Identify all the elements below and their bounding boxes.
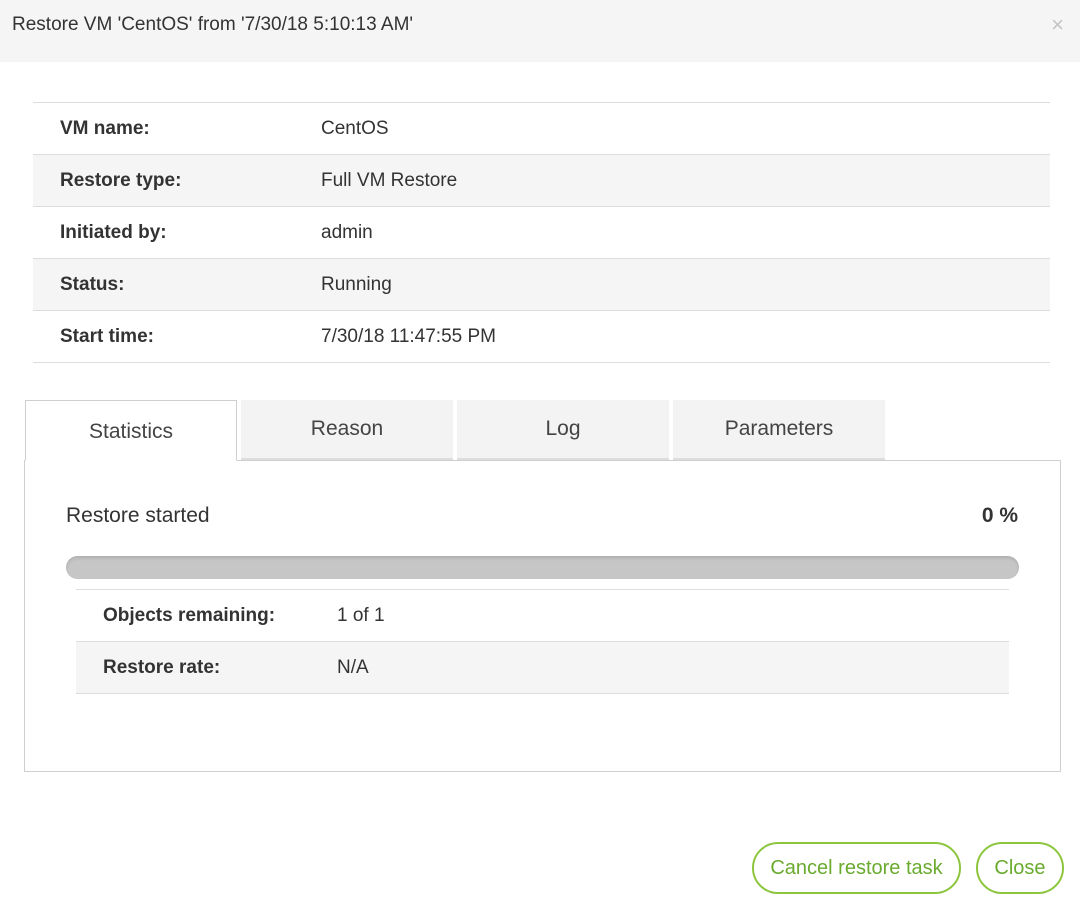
stats-value: 1 of 1 <box>337 604 385 626</box>
info-value: Running <box>321 273 392 295</box>
info-value: Full VM Restore <box>321 169 458 191</box>
info-label: VM name: <box>60 117 150 139</box>
cancel-restore-button[interactable]: Cancel restore task <box>752 842 961 894</box>
stats-label: Objects remaining: <box>103 604 276 626</box>
restore-dialog: Restore VM 'CentOS' from '7/30/18 5:10:1… <box>0 0 1080 920</box>
statistics-panel: Restore started 0 % Objects remaining: 1… <box>24 460 1061 772</box>
progress-label: Restore started <box>66 504 210 527</box>
statistics-table: Objects remaining: 1 of 1 Restore rate: … <box>76 589 1009 694</box>
stats-value: N/A <box>337 656 369 678</box>
tab-statistics[interactable]: Statistics <box>25 400 237 461</box>
info-label: Status: <box>60 273 125 295</box>
info-row-vm-name: VM name: CentOS <box>33 103 1050 155</box>
info-label: Start time: <box>60 325 154 347</box>
dialog-title: Restore VM 'CentOS' from '7/30/18 5:10:1… <box>12 14 414 35</box>
info-value: admin <box>321 221 373 243</box>
info-label: Restore type: <box>60 169 182 191</box>
progress-bar <box>66 556 1019 579</box>
tab-log[interactable]: Log <box>457 400 669 460</box>
restore-info-table: VM name: CentOS Restore type: Full VM Re… <box>33 102 1050 363</box>
dialog-header: Restore VM 'CentOS' from '7/30/18 5:10:1… <box>0 0 1080 62</box>
tab-reason[interactable]: Reason <box>241 400 453 460</box>
info-row-initiated-by: Initiated by: admin <box>33 207 1050 259</box>
close-button[interactable]: Close <box>976 842 1064 894</box>
stats-row-objects-remaining: Objects remaining: 1 of 1 <box>76 590 1009 642</box>
info-value: 7/30/18 11:47:55 PM <box>321 325 496 347</box>
progress-percent: 0 % <box>981 504 1018 527</box>
tab-bar: Statistics Reason Log Parameters <box>25 400 885 461</box>
info-label: Initiated by: <box>60 221 167 243</box>
stats-row-restore-rate: Restore rate: N/A <box>76 642 1009 694</box>
stats-label: Restore rate: <box>103 656 221 678</box>
info-row-start-time: Start time: 7/30/18 11:47:55 PM <box>33 311 1050 363</box>
close-icon[interactable]: × <box>1051 14 1064 36</box>
info-row-restore-type: Restore type: Full VM Restore <box>33 155 1050 207</box>
info-row-status: Status: Running <box>33 259 1050 311</box>
tab-parameters[interactable]: Parameters <box>673 400 885 460</box>
info-value: CentOS <box>321 117 389 139</box>
